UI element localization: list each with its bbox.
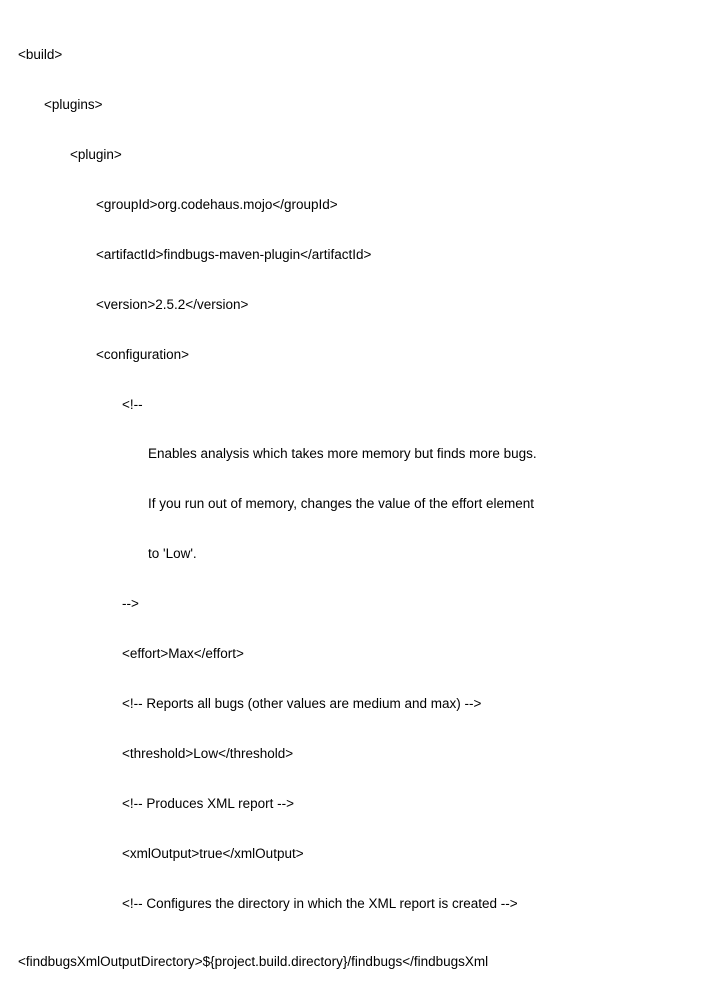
code-line: <xmlOutput>true</xmlOutput> bbox=[18, 842, 720, 867]
code-line: <groupId>org.codehaus.mojo</groupId> bbox=[18, 193, 720, 218]
code-line: Enables analysis which takes more memory… bbox=[18, 442, 720, 467]
code-line: <plugins> bbox=[18, 93, 720, 118]
code-line: <configuration> bbox=[18, 343, 720, 368]
code-line: <plugin> bbox=[18, 143, 720, 168]
code-line: <threshold>Low</threshold> bbox=[18, 742, 720, 767]
code-line: <!-- bbox=[18, 393, 720, 418]
code-line: If you run out of memory, changes the va… bbox=[18, 492, 720, 517]
code-line: <effort>Max</effort> bbox=[18, 642, 720, 667]
code-line-truncated: <findbugsXmlOutputDirectory>${project.bu… bbox=[18, 950, 720, 975]
code-line: <artifactId>findbugs-maven-plugin</artif… bbox=[18, 243, 720, 268]
code-line: --> bbox=[18, 592, 720, 617]
code-line: <!-- Produces XML report --> bbox=[18, 792, 720, 817]
xml-code-block: <build> <plugins> <plugin> <groupId>org.… bbox=[0, 0, 720, 1000]
code-line: <build> bbox=[18, 43, 720, 68]
code-line: <!-- Reports all bugs (other values are … bbox=[18, 692, 720, 717]
code-line: <version>2.5.2</version> bbox=[18, 293, 720, 318]
code-line: <!-- Configures the directory in which t… bbox=[18, 892, 720, 917]
code-line: to 'Low'. bbox=[18, 542, 720, 567]
